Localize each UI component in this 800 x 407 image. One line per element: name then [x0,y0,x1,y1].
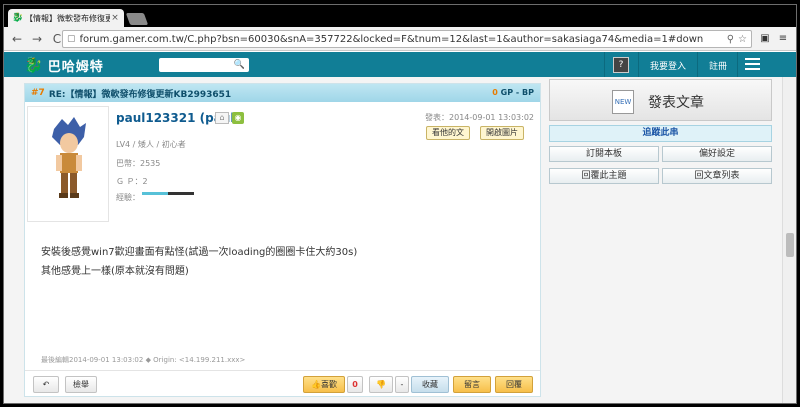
hamburger-menu-icon[interactable] [745,58,760,70]
back-to-list-button[interactable]: 回文章列表 [662,168,772,184]
back-button[interactable]: ↶ [33,376,59,393]
zoom-icon[interactable]: ⚲ [727,34,734,45]
back-arrow-icon[interactable]: ← [8,30,26,48]
dragon-logo-icon: 🐉 [24,56,44,74]
exp-bar-fill [142,192,168,195]
user-avatar-icon[interactable]: ? [613,57,629,73]
publish-post-button[interactable]: NEW 發表文章 [549,79,772,121]
exp-bar [142,192,194,195]
site-logo[interactable]: 🐉 巴哈姆特 [24,55,104,75]
avatar-character-icon [52,117,86,198]
post-body-line: 安裝後感覺win7歡迎畫面有點怪(試過一次loading的圈圈卡住大約30s) [41,247,358,258]
dragon-favicon-icon: 🐉 [12,13,24,23]
reply-topic-button[interactable]: 回覆此主題 [549,168,659,184]
bookmark-star-icon[interactable]: ☆ [738,34,747,45]
post-body-line: 其他感覺上一樣(原本就沒有問題) [41,266,189,277]
reply-button[interactable]: 回覆 [495,376,533,393]
comment-button[interactable]: 留言 [453,376,491,393]
post-timestamp: 發表：2014-09-01 13:03:02 [425,113,534,122]
post-edited-info: 最後編輯2014-09-01 13:03:02 ◆ Origin: <14.19… [41,356,246,364]
address-url[interactable]: forum.gamer.com.tw/C.php?bsn=60030&snA=3… [80,34,723,45]
scrollbar-thumb[interactable] [786,233,794,257]
post-action-bar: ↶ 檢舉 👍喜歡 0 👎 - 收藏 留言 回覆 [25,370,540,396]
post-card: #7 RE:【情報】微軟發布修復更新KB2993651 0 GP - BP pa… [24,83,541,397]
register-link[interactable]: 註冊 [709,59,727,72]
new-post-icon: NEW [612,90,634,114]
home-icon[interactable]: ⌂ [215,112,229,124]
separator-dot: - [515,88,520,97]
extension-icon[interactable]: ▣ [758,32,772,46]
rss-icon[interactable]: ◉ [232,112,244,124]
menu-icon[interactable]: ≡ [776,32,790,46]
report-button[interactable]: 檢舉 [65,376,97,393]
tab-close-icon[interactable]: × [110,13,120,23]
post-title: RE:【情報】微軟發布修復更新KB2993651 [48,89,232,100]
header-divider [697,52,698,77]
vertical-scrollbar[interactable] [782,77,796,403]
post-floor[interactable]: #7 [31,88,45,98]
like-count: 0 [347,376,363,393]
dislike-count: - [395,376,409,393]
tab-title: 【情報】微軟發布修復更新 [25,13,110,23]
browser-window: 🐉 【情報】微軟發布修復更新 × ← → C ▢ forum.gamer.com… [3,4,797,404]
new-tab-button[interactable] [125,13,149,25]
open-images-button[interactable]: 開啟圖片 [480,126,524,140]
login-link[interactable]: 我要登入 [650,59,686,72]
follow-thread-button[interactable]: 追蹤此串 [549,125,772,142]
publish-post-label: 發表文章 [648,95,704,111]
like-count-value: 0 [352,380,358,389]
site-header: 🐉 巴哈姆特 🔍 ? 我要登入 註冊 [4,52,796,77]
header-divider [638,52,639,77]
author-exp-label: 經驗： [116,193,140,202]
author-gp: Ｇ Ｐ：2 [116,177,148,186]
bp-label[interactable]: BP [522,88,534,97]
author-level: LV4 / 矮人 / 初心者 [116,140,186,149]
tab-strip: 🐉 【情報】微軟發布修復更新 × [4,5,796,27]
dislike-button[interactable]: 👎 [369,376,393,393]
view-posts-button[interactable]: 看他的文 [426,126,470,140]
collect-button[interactable]: 收藏 [411,376,449,393]
search-icon[interactable]: 🔍 [234,58,245,72]
site-logo-text: 巴哈姆特 [47,59,104,75]
site-search-input[interactable]: 🔍 [159,58,249,72]
subscribe-board-button[interactable]: 訂閱本板 [549,146,659,162]
forward-arrow-icon[interactable]: → [28,30,46,48]
header-divider [737,52,738,77]
post-body: 安裝後感覺win7歡迎畫面有點怪(試過一次loading的圈圈卡住大約30s) … [41,243,357,281]
header-divider [604,52,605,77]
post-gp-bp: 0 GP - BP [492,88,534,97]
browser-tab[interactable]: 🐉 【情報】微軟發布修復更新 × [8,9,124,27]
gp-label[interactable]: GP [501,88,513,97]
like-button[interactable]: 👍喜歡 [303,376,345,393]
post-header: #7 RE:【情報】微軟發布修復更新KB2993651 0 GP - BP [25,84,540,102]
page-icon: ▢ [67,34,76,44]
browser-toolbar: ← → C ▢ forum.gamer.com.tw/C.php?bsn=600… [4,27,796,51]
screen: 🐉 【情報】微軟發布修復更新 × ← → C ▢ forum.gamer.com… [0,0,800,407]
author-bahamut-coins: 巴幣：2535 [116,159,161,168]
gp-value: 0 [492,88,498,97]
preferences-button[interactable]: 偏好設定 [662,146,772,162]
address-bar[interactable]: ▢ forum.gamer.com.tw/C.php?bsn=60030&snA… [62,30,752,48]
author-avatar[interactable] [27,106,109,222]
